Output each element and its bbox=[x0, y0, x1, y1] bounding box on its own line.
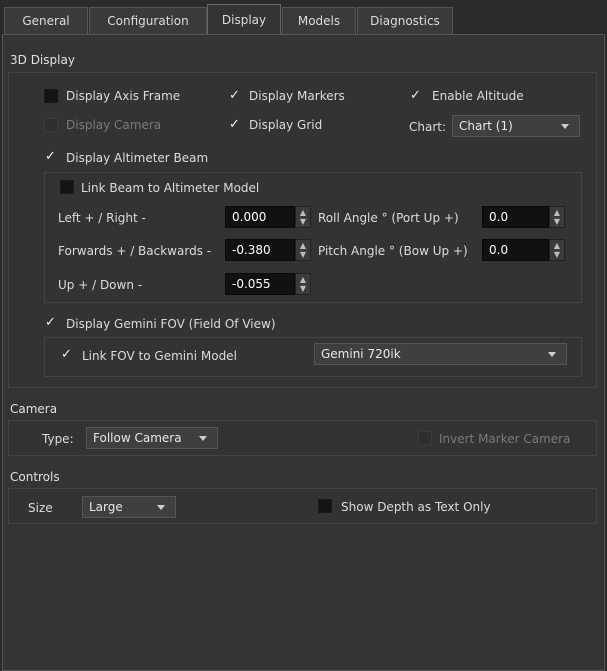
spin-up-icon[interactable]: ▲ bbox=[300, 241, 306, 250]
spin-up-icon[interactable]: ▲ bbox=[300, 275, 306, 284]
left-right-input[interactable]: 0.000 bbox=[225, 206, 295, 228]
spin-down-icon[interactable]: ▼ bbox=[300, 217, 306, 226]
spin-up-icon[interactable]: ▲ bbox=[300, 208, 306, 217]
invert-marker-camera-label: Invert Marker Camera bbox=[439, 432, 571, 446]
spin-down-icon[interactable]: ▼ bbox=[300, 284, 306, 293]
pitch-angle-label: Pitch Angle ° (Bow Up +) bbox=[318, 244, 468, 258]
show-depth-text-label: Show Depth as Text Only bbox=[341, 500, 491, 514]
roll-angle-label: Roll Angle ° (Port Up +) bbox=[318, 211, 459, 225]
link-beam-checkbox[interactable] bbox=[60, 180, 74, 194]
enable-altitude-label: Enable Altitude bbox=[432, 89, 524, 103]
spin-down-icon[interactable]: ▼ bbox=[300, 250, 306, 259]
display-gemini-fov-check-icon[interactable]: ✓ bbox=[45, 316, 56, 330]
chevron-down-icon bbox=[548, 352, 556, 357]
display-altimeter-beam-check-icon[interactable]: ✓ bbox=[45, 150, 56, 164]
tab-configuration[interactable]: Configuration bbox=[89, 7, 207, 34]
display-camera-checkbox bbox=[44, 118, 58, 132]
display-grid-label: Display Grid bbox=[249, 118, 323, 132]
display-markers-label: Display Markers bbox=[249, 89, 345, 103]
up-down-spin-buttons[interactable]: ▲ ▼ bbox=[295, 273, 311, 295]
chevron-down-icon bbox=[199, 436, 207, 441]
show-depth-text-checkbox[interactable] bbox=[318, 499, 332, 513]
gemini-model-value: Gemini 720ik bbox=[321, 347, 401, 361]
display-grid-check-icon[interactable]: ✓ bbox=[229, 118, 240, 132]
chevron-down-icon bbox=[157, 505, 165, 510]
display-camera-label: Display Camera bbox=[66, 118, 162, 132]
section-title-camera: Camera bbox=[10, 402, 58, 416]
forwards-backwards-spin-buttons[interactable]: ▲ ▼ bbox=[295, 239, 311, 261]
left-right-spin-buttons[interactable]: ▲ ▼ bbox=[295, 206, 311, 228]
roll-angle-input[interactable]: 0.0 bbox=[482, 206, 549, 228]
size-label: Size bbox=[28, 501, 53, 515]
link-fov-check-icon[interactable]: ✓ bbox=[61, 348, 72, 362]
tab-display[interactable]: Display bbox=[207, 4, 281, 35]
up-down-input[interactable]: -0.055 bbox=[225, 273, 295, 295]
chevron-down-icon bbox=[561, 124, 569, 129]
tab-general[interactable]: General bbox=[4, 7, 88, 34]
display-axis-frame-checkbox[interactable] bbox=[44, 89, 58, 103]
camera-type-value: Follow Camera bbox=[93, 431, 182, 445]
chart-select[interactable]: Chart (1) bbox=[452, 115, 580, 137]
chart-select-value: Chart (1) bbox=[459, 119, 513, 133]
camera-type-select[interactable]: Follow Camera bbox=[86, 427, 218, 449]
size-value: Large bbox=[89, 500, 123, 514]
size-select[interactable]: Large bbox=[82, 496, 176, 518]
roll-angle-spin-buttons[interactable]: ▲ ▼ bbox=[549, 206, 565, 228]
forwards-backwards-label: Forwards + / Backwards - bbox=[58, 244, 212, 258]
tab-models[interactable]: Models bbox=[282, 7, 356, 34]
gemini-model-select[interactable]: Gemini 720ik bbox=[314, 343, 567, 365]
link-beam-label: Link Beam to Altimeter Model bbox=[81, 181, 260, 195]
section-title-3d-display: 3D Display bbox=[10, 53, 75, 67]
tab-bar: General Configuration Display Models Dia… bbox=[0, 0, 607, 35]
link-fov-label: Link FOV to Gemini Model bbox=[82, 349, 237, 363]
display-markers-check-icon[interactable]: ✓ bbox=[229, 89, 240, 103]
invert-marker-camera-checkbox bbox=[418, 431, 432, 445]
spin-down-icon[interactable]: ▼ bbox=[554, 250, 560, 259]
forwards-backwards-input[interactable]: -0.380 bbox=[225, 239, 295, 261]
spin-up-icon[interactable]: ▲ bbox=[554, 208, 560, 217]
spin-up-icon[interactable]: ▲ bbox=[554, 241, 560, 250]
spin-down-icon[interactable]: ▼ bbox=[554, 217, 560, 226]
camera-type-label: Type: bbox=[42, 432, 74, 446]
pitch-angle-spin-buttons[interactable]: ▲ ▼ bbox=[549, 239, 565, 261]
display-gemini-fov-label: Display Gemini FOV (Field Of View) bbox=[66, 317, 276, 331]
section-title-controls: Controls bbox=[10, 470, 60, 484]
chart-label: Chart: bbox=[409, 120, 447, 134]
display-altimeter-beam-label: Display Altimeter Beam bbox=[66, 151, 209, 165]
enable-altitude-check-icon[interactable]: ✓ bbox=[410, 89, 421, 103]
pitch-angle-input[interactable]: 0.0 bbox=[482, 239, 549, 261]
up-down-label: Up + / Down - bbox=[58, 278, 143, 292]
display-axis-frame-label: Display Axis Frame bbox=[66, 89, 181, 103]
tab-diagnostics[interactable]: Diagnostics bbox=[357, 7, 453, 34]
left-right-label: Left + / Right - bbox=[58, 211, 146, 225]
